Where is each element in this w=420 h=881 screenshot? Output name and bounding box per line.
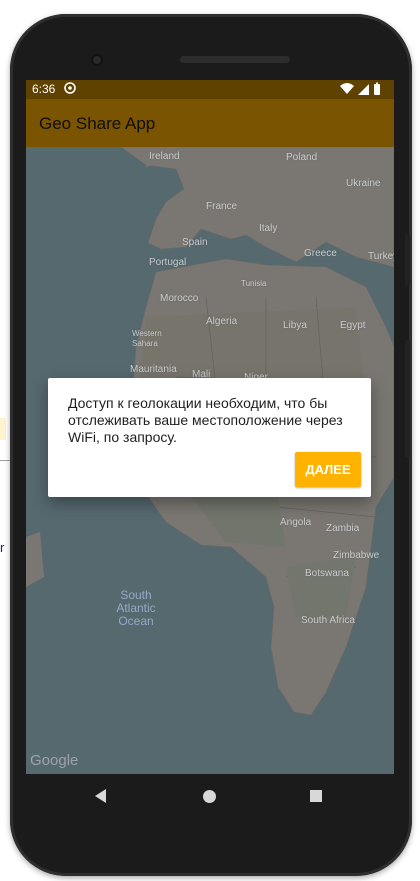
power-button bbox=[405, 234, 410, 286]
map-label-tunisia: Tunisia bbox=[241, 279, 267, 288]
map-label-south-atlantic-ocean: South Atlantic Ocean bbox=[116, 588, 156, 628]
background-edge-strip bbox=[0, 418, 6, 440]
phone-screen: 6:36 Geo Share App Ireland Poland Ukrain… bbox=[26, 80, 394, 774]
app-bar: Geo Share App bbox=[26, 99, 394, 147]
next-button[interactable]: ДАЛЕЕ bbox=[295, 452, 361, 487]
map-label-italy: Italy bbox=[259, 223, 278, 234]
map-label-france: France bbox=[206, 201, 238, 212]
map-label-botswana: Botswana bbox=[305, 568, 349, 579]
map-label-spain: Spain bbox=[182, 237, 208, 248]
status-time: 6:36 bbox=[32, 82, 56, 96]
earpiece-speaker bbox=[180, 56, 290, 63]
map-label-mauritania: Mauritania bbox=[130, 364, 177, 375]
map-label-ireland: Ireland bbox=[149, 151, 180, 162]
background-edge-text: r bbox=[0, 540, 5, 555]
map-label-libya: Libya bbox=[283, 320, 307, 331]
map-label-ukraine: Ukraine bbox=[346, 178, 381, 189]
map-label-algeria: Algeria bbox=[206, 316, 238, 327]
front-camera bbox=[91, 54, 103, 66]
signal-icon bbox=[358, 84, 369, 95]
map-label-angola: Angola bbox=[280, 517, 312, 528]
map-label-egypt: Egypt bbox=[340, 320, 366, 331]
map-label-turkey: Turkey bbox=[368, 251, 394, 262]
wifi-icon bbox=[340, 83, 354, 94]
volume-button bbox=[405, 340, 410, 458]
google-logo: Google bbox=[30, 752, 79, 769]
back-icon[interactable] bbox=[95, 789, 106, 803]
home-icon[interactable] bbox=[203, 790, 216, 803]
battery-icon bbox=[374, 84, 380, 95]
map-label-zimbabwe: Zimbabwe bbox=[333, 550, 380, 561]
location-permission-dialog: Доступ к геолокации необходим, что бы от… bbox=[48, 378, 371, 497]
dialog-message: Доступ к геолокации необходим, что бы от… bbox=[68, 395, 343, 445]
map-label-western-sahara: Western Sahara bbox=[132, 329, 162, 348]
navigation-bar bbox=[26, 776, 394, 816]
sync-icon bbox=[64, 82, 76, 94]
map-label-portugal: Portugal bbox=[149, 257, 187, 268]
map-label-zambia: Zambia bbox=[326, 523, 360, 534]
status-bar: 6:36 bbox=[26, 80, 394, 99]
recent-apps-icon[interactable] bbox=[310, 790, 322, 802]
app-title: Geo Share App bbox=[39, 114, 156, 133]
map-label-poland: Poland bbox=[286, 152, 318, 163]
map-label-greece: Greece bbox=[304, 248, 337, 259]
status-icons bbox=[340, 82, 380, 95]
map-label-morocco: Morocco bbox=[160, 293, 199, 304]
map-label-south-africa: South Africa bbox=[301, 615, 355, 626]
